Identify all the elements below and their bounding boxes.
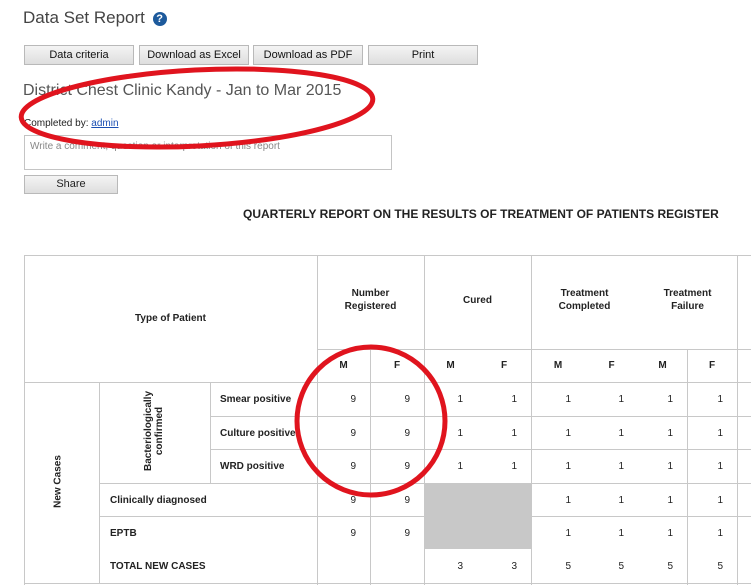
annotation-ellipse-registered: [294, 344, 448, 498]
annotation-ellipse-title: [18, 66, 376, 150]
annotation-overlay: [18, 66, 448, 498]
